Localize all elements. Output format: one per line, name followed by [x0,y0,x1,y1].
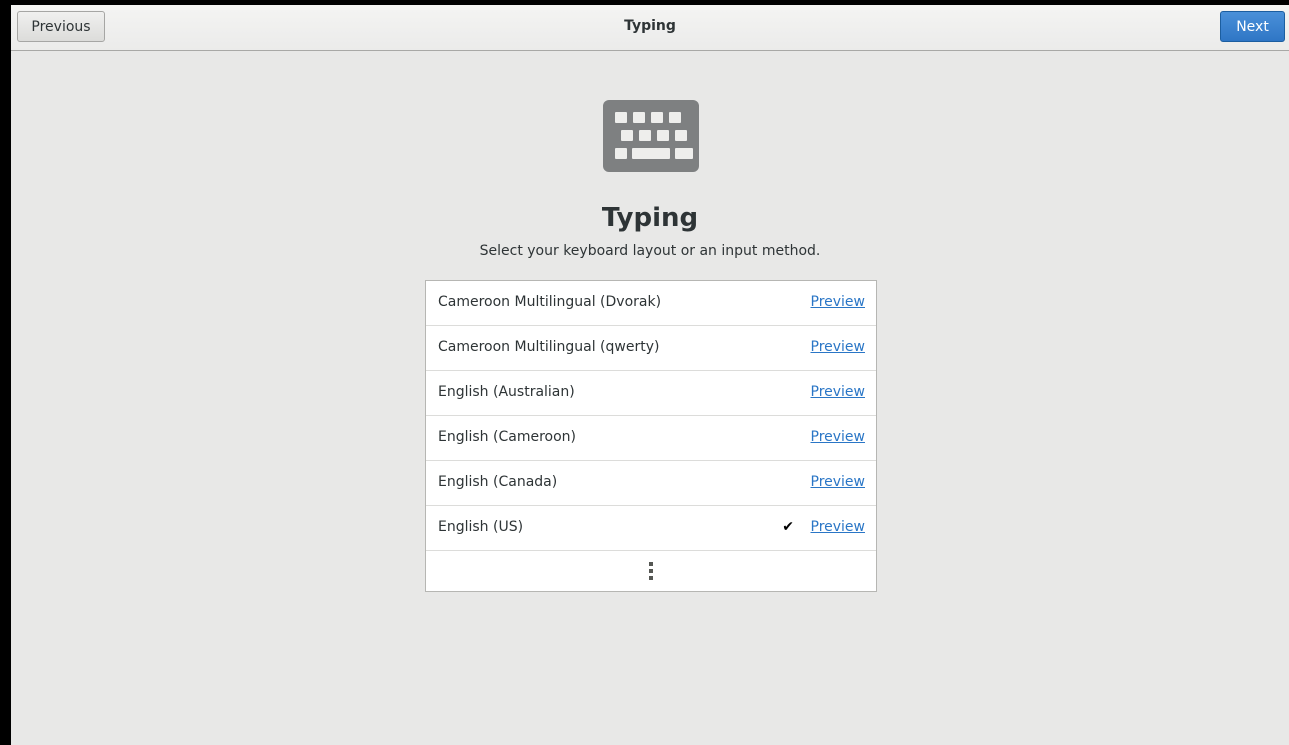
checkmark-icon: ✔ [782,519,794,535]
page-title: Typing [601,203,699,233]
layout-label: English (Australian) [438,384,575,400]
next-button[interactable]: Next [1220,11,1285,42]
layout-row-selected[interactable]: English (US) ✔ Preview [426,506,876,551]
setup-window: Previous Typing Next Typing Select your … [11,5,1289,745]
preview-link[interactable]: Preview [811,339,866,355]
preview-link[interactable]: Preview [811,384,866,400]
layout-row[interactable]: Cameroon Multilingual (Dvorak) Preview [426,281,876,326]
layout-label: English (Canada) [438,474,558,490]
layout-row[interactable]: Cameroon Multilingual (qwerty) Preview [426,326,876,371]
header-bar: Previous Typing Next [11,5,1289,51]
layout-row[interactable]: English (Canada) Preview [426,461,876,506]
layout-list: Cameroon Multilingual (Dvorak) Preview C… [425,280,877,592]
preview-link[interactable]: Preview [811,474,866,490]
layout-row[interactable]: English (Cameroon) Preview [426,416,876,461]
preview-link[interactable]: Preview [811,294,866,310]
layout-label: English (Cameroon) [438,429,576,445]
layout-label: Cameroon Multilingual (qwerty) [438,339,660,355]
preview-link[interactable]: Preview [811,429,866,445]
more-vertical-icon [649,562,653,580]
header-title: Typing [624,18,676,34]
keyboard-icon [603,100,699,172]
preview-link[interactable]: Preview [811,519,866,535]
layout-label: Cameroon Multilingual (Dvorak) [438,294,662,310]
layout-row[interactable]: English (Australian) Preview [426,371,876,416]
layout-label: English (US) [438,519,524,535]
more-layouts-row[interactable] [426,551,876,591]
page-subtitle: Select your keyboard layout or an input … [479,243,821,259]
